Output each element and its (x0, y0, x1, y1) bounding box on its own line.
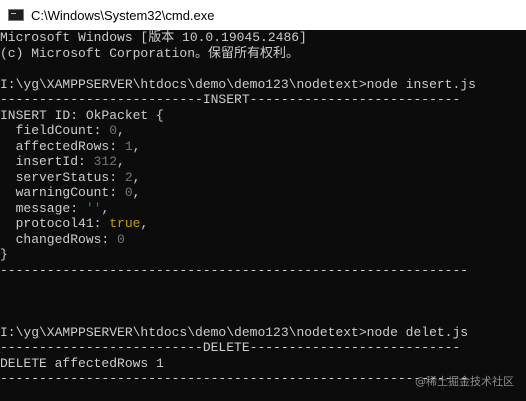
console-line: (c) Microsoft Corporation。保留所有权利。 (0, 45, 300, 61)
console-line: insertId: 312, (0, 154, 125, 169)
window-title: C:\Windows\System32\cmd.exe (31, 7, 215, 23)
console-line: fieldCount: 0, (0, 123, 125, 138)
watermark: @稀土掘金技术社区 (415, 375, 514, 388)
console-output[interactable]: Microsoft Windows [版本 10.0.19045.2486] (… (0, 30, 526, 401)
cmd-window: C:\Windows\System32\cmd.exe Microsoft Wi… (0, 0, 526, 401)
console-line: ----------------------------------------… (0, 262, 469, 278)
cmd-icon (8, 9, 24, 21)
console-line: serverStatus: 2, (0, 169, 141, 185)
console-line: changedRows: 0 (0, 231, 125, 247)
console-line: warningCount: 0, (0, 185, 141, 200)
console-line: protocol41: true, (0, 216, 149, 231)
console-line: } (0, 247, 8, 262)
console-line: --------------------------DELETE--------… (0, 340, 461, 355)
console-line: I:\yg\XAMPPSERVER\htdocs\demo\demo123\no… (0, 324, 469, 340)
console-line: DELETE affectedRows 1 (0, 355, 164, 371)
console-line: affectedRows: 1, (0, 138, 141, 154)
console-line: I:\yg\XAMPPSERVER\htdocs\demo\demo123\no… (0, 76, 476, 92)
console-line: message: '', (0, 200, 110, 216)
console-line: INSERT ID: OkPacket { (0, 107, 164, 123)
title-bar[interactable]: C:\Windows\System32\cmd.exe (0, 0, 526, 30)
console-line: --------------------------INSERT--------… (0, 92, 461, 107)
console-line: Microsoft Windows [版本 10.0.19045.2486] (0, 30, 307, 45)
